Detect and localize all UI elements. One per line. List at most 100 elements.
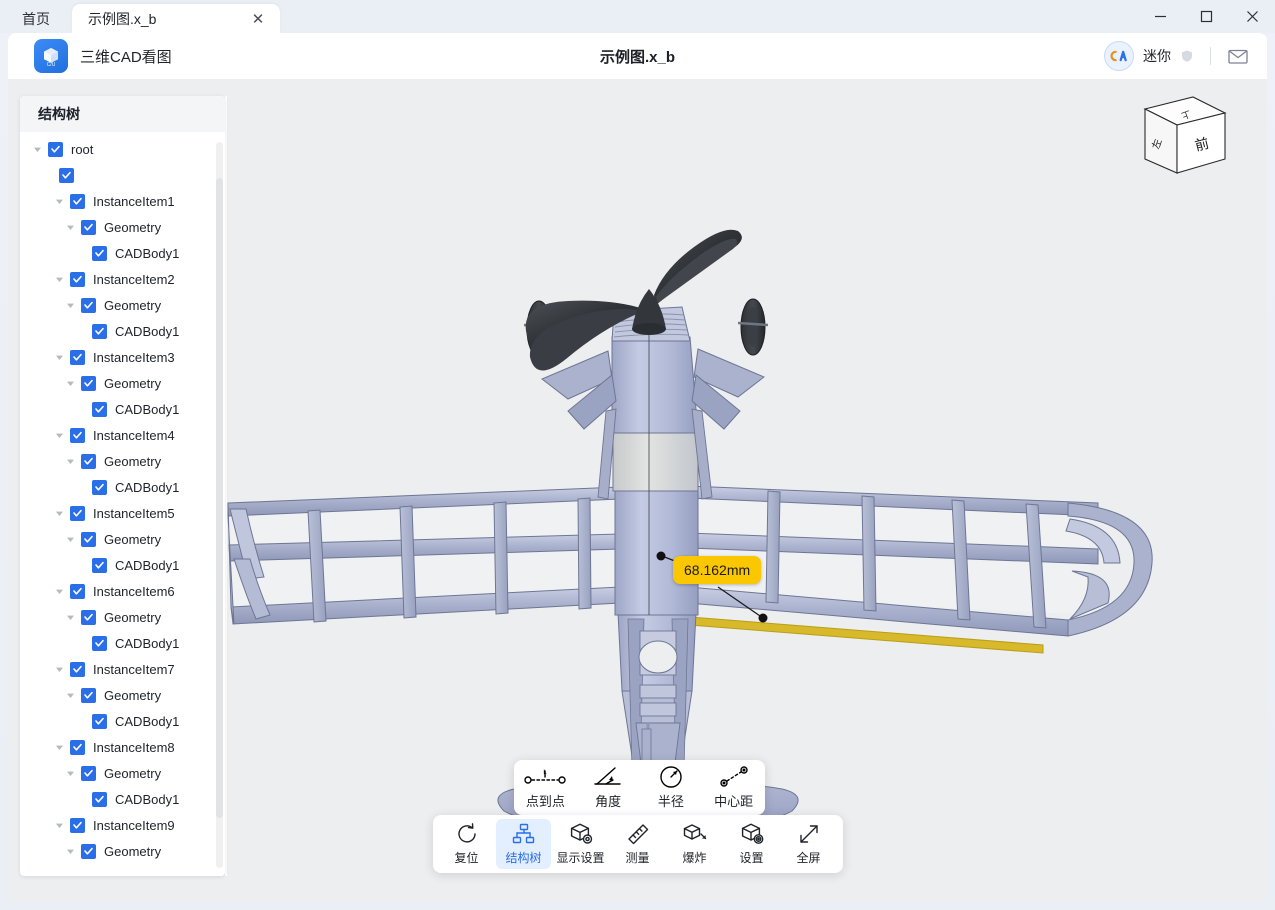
tree-node-checkbox[interactable] <box>81 219 96 235</box>
tree-node[interactable]: CADBody1 <box>20 318 225 344</box>
chevron-down-icon[interactable] <box>52 272 66 286</box>
chevron-down-icon[interactable] <box>52 194 66 208</box>
nav-cube[interactable]: 前 左 上 <box>1115 91 1235 181</box>
maximize-icon[interactable] <box>1183 0 1229 33</box>
tree-node[interactable]: CADBody1 <box>20 786 225 812</box>
tree-node[interactable]: Geometry <box>20 604 225 630</box>
chevron-down-icon[interactable] <box>63 376 77 390</box>
tree-node[interactable]: InstanceItem8 <box>20 734 225 760</box>
minimize-icon[interactable] <box>1137 0 1183 33</box>
tree-scrollbar-thumb[interactable] <box>216 178 223 818</box>
tree-node[interactable]: Geometry <box>20 448 225 474</box>
tree-node-checkbox[interactable] <box>70 193 85 209</box>
tab-home[interactable]: 首页 <box>0 4 72 33</box>
tree-node[interactable]: CADBody1 <box>20 630 225 656</box>
tree-node-checkbox[interactable] <box>92 479 107 495</box>
tree-node[interactable]: Geometry <box>20 370 225 396</box>
tree-node-checkbox[interactable] <box>92 557 107 573</box>
tab-document[interactable]: 示例图.x_b ✕ <box>72 4 280 33</box>
tree-node-checkbox[interactable] <box>92 791 107 807</box>
tree-node-checkbox[interactable] <box>81 687 96 703</box>
tree-node-checkbox[interactable] <box>70 817 85 833</box>
tree-node-checkbox[interactable] <box>70 505 85 521</box>
tree-node-checkbox[interactable] <box>70 427 85 443</box>
toolbar-structure-tree[interactable]: 结构树 <box>496 819 551 869</box>
measurement-value-label[interactable]: 68.162mm <box>673 556 762 584</box>
chevron-down-icon[interactable] <box>63 610 77 624</box>
measure-tool-center-distance[interactable]: 中心距 <box>704 765 764 810</box>
tree-node-checkbox[interactable] <box>92 323 107 339</box>
tree-node[interactable] <box>20 162 225 188</box>
chevron-down-icon[interactable] <box>63 688 77 702</box>
tree-node[interactable]: InstanceItem3 <box>20 344 225 370</box>
tree-node[interactable]: InstanceItem7 <box>20 656 225 682</box>
tree-node-checkbox[interactable] <box>81 531 96 547</box>
measure-tool-point-to-point[interactable]: L 点到点 <box>515 766 575 810</box>
toolbar-reset[interactable]: 复位 <box>439 819 494 869</box>
tree-node-checkbox[interactable] <box>81 843 96 859</box>
tree-node-checkbox[interactable] <box>70 739 85 755</box>
chevron-down-icon[interactable] <box>52 584 66 598</box>
tree-node-checkbox[interactable] <box>81 765 96 781</box>
toolbar-explode[interactable]: 爆炸 <box>667 819 722 869</box>
chevron-down-icon[interactable] <box>52 428 66 442</box>
tree-node-checkbox[interactable] <box>48 141 63 157</box>
tree-node-checkbox[interactable] <box>92 635 107 651</box>
tree-node-checkbox[interactable] <box>92 401 107 417</box>
tree-node[interactable]: Geometry <box>20 760 225 786</box>
chevron-down-icon[interactable] <box>52 740 66 754</box>
tree-node-checkbox[interactable] <box>81 609 96 625</box>
tree-node-checkbox[interactable] <box>70 349 85 365</box>
tree-node-checkbox[interactable] <box>81 453 96 469</box>
tree-node[interactable]: CADBody1 <box>20 552 225 578</box>
tree-node[interactable]: InstanceItem6 <box>20 578 225 604</box>
tree-node-checkbox[interactable] <box>70 271 85 287</box>
chevron-down-icon[interactable] <box>63 844 77 858</box>
mail-icon[interactable] <box>1227 47 1249 65</box>
chevron-down-icon[interactable] <box>30 142 44 156</box>
tree-node[interactable]: Geometry <box>20 214 225 240</box>
tree-node-checkbox[interactable] <box>70 661 85 677</box>
structure-tree-list[interactable]: root InstanceItem1 Geometry CADBody1 Instanc… <box>20 132 225 876</box>
measure-tool-angle[interactable]: 角度 <box>578 766 638 810</box>
tree-node[interactable]: CADBody1 <box>20 396 225 422</box>
tree-node[interactable]: Geometry <box>20 292 225 318</box>
chevron-down-icon[interactable] <box>63 220 77 234</box>
close-icon[interactable] <box>1229 0 1275 33</box>
tree-node[interactable]: InstanceItem4 <box>20 422 225 448</box>
tree-node[interactable]: Geometry <box>20 526 225 552</box>
tree-node[interactable]: InstanceItem9 <box>20 812 225 838</box>
toolbar-fullscreen[interactable]: 全屏 <box>781 819 836 869</box>
measure-tool-radius[interactable]: 半径 <box>641 765 701 810</box>
toolbar-display-settings[interactable]: 显示设置 <box>553 819 608 869</box>
tree-scrollbar[interactable] <box>216 142 223 868</box>
tree-node[interactable]: CADBody1 <box>20 708 225 734</box>
tree-node-checkbox[interactable] <box>92 245 107 261</box>
chevron-down-icon[interactable] <box>52 350 66 364</box>
tree-node[interactable]: InstanceItem1 <box>20 188 225 214</box>
tree-node[interactable]: Geometry <box>20 838 225 864</box>
tree-node-checkbox[interactable] <box>70 583 85 599</box>
tree-node-checkbox[interactable] <box>92 713 107 729</box>
cad-avatar-icon[interactable] <box>1104 41 1134 71</box>
tree-node[interactable]: CADBody1 <box>20 474 225 500</box>
user-name[interactable]: 迷你 <box>1143 46 1171 66</box>
chevron-down-icon[interactable] <box>63 766 77 780</box>
chevron-down-icon[interactable] <box>52 506 66 520</box>
tree-node-checkbox[interactable] <box>81 375 96 391</box>
tree-node[interactable]: InstanceItem5 <box>20 500 225 526</box>
tree-node[interactable]: InstanceItem2 <box>20 266 225 292</box>
chevron-down-icon[interactable] <box>63 298 77 312</box>
chevron-down-icon[interactable] <box>63 532 77 546</box>
tree-node[interactable]: CADBody1 <box>20 240 225 266</box>
tree-node-checkbox[interactable] <box>81 297 96 313</box>
tree-node-checkbox[interactable] <box>59 167 74 183</box>
toolbar-measure-ruler[interactable]: 测量 <box>610 819 665 869</box>
chevron-down-icon[interactable] <box>52 662 66 676</box>
toolbar-settings[interactable]: 设置 <box>724 819 779 869</box>
tree-node[interactable]: root <box>20 136 225 162</box>
tree-node[interactable]: Geometry <box>20 682 225 708</box>
close-icon[interactable]: ✕ <box>248 9 268 29</box>
chevron-down-icon[interactable] <box>52 818 66 832</box>
chevron-down-icon[interactable] <box>63 454 77 468</box>
